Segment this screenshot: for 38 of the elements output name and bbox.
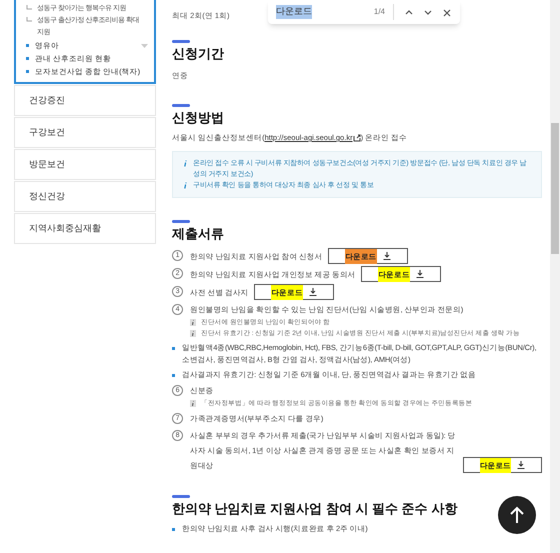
match-count: 1/4: [374, 4, 394, 20]
download-icon: [416, 270, 424, 278]
scroll-to-top-button[interactable]: [498, 496, 536, 534]
chevron-up-icon[interactable]: [404, 8, 414, 16]
close-icon[interactable]: [442, 8, 452, 16]
bullet-icon: [26, 44, 29, 47]
scroll-thumb[interactable]: [551, 123, 559, 254]
section-heading: 한의약 난임치료 지원사업 참여 시 필수 준수 사항: [172, 500, 458, 518]
info-icon: [183, 160, 188, 168]
bullet-icon: [26, 70, 29, 73]
download-icon: [517, 461, 525, 470]
heading-accent: [172, 495, 190, 498]
menu-item[interactable]: 구강보건: [14, 117, 156, 148]
bullet-icon: [172, 374, 175, 378]
chevron-down-icon[interactable]: [423, 8, 433, 16]
menu-item[interactable]: 방문보건: [14, 149, 156, 180]
menu-item[interactable]: 건강증진: [14, 85, 156, 116]
bullet-icon: [172, 528, 175, 532]
heading-accent: [172, 220, 190, 224]
download-icon: [308, 288, 317, 296]
find-query-field[interactable]: 다운로드: [276, 5, 312, 19]
scrollbar[interactable]: [550, 0, 560, 553]
section-heading: 제출서류: [172, 225, 224, 242]
info-icon: [190, 400, 196, 408]
external-link-icon: [352, 134, 361, 142]
bullet-icon: [26, 57, 29, 60]
info-icon: [183, 182, 188, 190]
bullet-icon: [172, 347, 175, 350]
section-heading: 신청방법: [172, 109, 224, 126]
menu-item[interactable]: 정신건강: [14, 181, 156, 212]
heading-accent: [172, 40, 190, 43]
info-icon: [190, 330, 196, 338]
info-icon: [190, 319, 196, 326]
heading-accent: [172, 104, 190, 107]
section-heading: 신청기간: [172, 45, 224, 62]
download-icon: [382, 252, 391, 260]
up-arrow-icon: [509, 506, 525, 524]
menu-item[interactable]: 지역사회중심재활: [14, 213, 156, 244]
